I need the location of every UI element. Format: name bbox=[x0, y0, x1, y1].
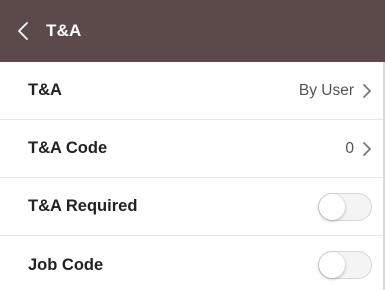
setting-label-job-code: Job Code bbox=[28, 255, 104, 274]
setting-label-ta-required: T&A Required bbox=[28, 197, 138, 215]
toggle-knob bbox=[319, 193, 345, 220]
setting-value-ta-code: 0 bbox=[345, 139, 354, 157]
setting-value-group-ta-code: 0 bbox=[345, 140, 372, 158]
header-bar: T&A bbox=[0, 0, 385, 62]
chevron-right-icon bbox=[362, 83, 372, 99]
setting-row-ta-required: T&A Required bbox=[0, 178, 385, 236]
settings-screen: T&A T&A By User T&A Code 0 T&A Required … bbox=[0, 0, 385, 290]
setting-label-ta: T&A bbox=[28, 81, 62, 99]
toggle-knob bbox=[319, 252, 345, 278]
setting-value-group-ta: By User bbox=[299, 82, 372, 100]
setting-value-ta: By User bbox=[298, 81, 354, 99]
job-code-toggle[interactable] bbox=[318, 251, 372, 279]
ta-required-toggle[interactable] bbox=[318, 192, 372, 221]
page-title: T&A bbox=[46, 21, 82, 40]
chevron-left-icon bbox=[18, 22, 28, 40]
setting-label-ta-code: T&A Code bbox=[28, 139, 108, 157]
settings-list: T&A By User T&A Code 0 T&A Required Job … bbox=[0, 62, 385, 290]
setting-row-ta[interactable]: T&A By User bbox=[0, 62, 385, 120]
setting-row-job-code: Job Code bbox=[0, 236, 385, 290]
chevron-right-icon bbox=[362, 141, 372, 157]
setting-row-ta-code[interactable]: T&A Code 0 bbox=[0, 120, 385, 178]
back-button[interactable] bbox=[0, 0, 46, 62]
